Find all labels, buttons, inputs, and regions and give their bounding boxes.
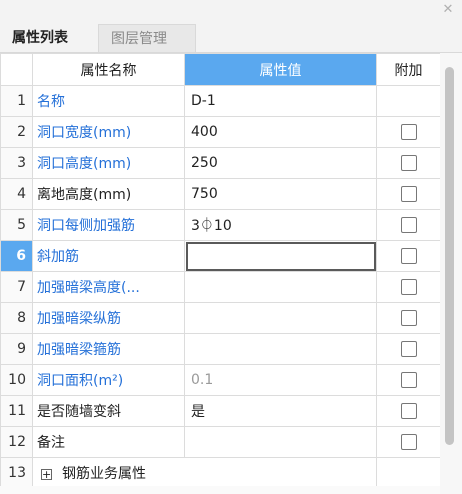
extra-cell[interactable]	[376, 364, 440, 396]
row-number[interactable]: 7	[0, 271, 33, 303]
property-value[interactable]	[184, 333, 377, 365]
property-value[interactable]: 750	[184, 178, 377, 210]
table-row[interactable]: 8 加强暗梁纵筋	[0, 302, 440, 334]
property-table: 属性名称 属性值 附加 1 名称 D-1 2 洞口宽度(mm) 400 3 洞口高度(mm) 2…	[0, 53, 440, 489]
extra-checkbox[interactable]	[400, 124, 417, 140]
property-name: 加强暗梁纵筋	[32, 302, 185, 334]
extra-checkbox[interactable]	[400, 310, 417, 326]
extra-cell[interactable]	[376, 426, 440, 458]
property-rows: 1 名称 D-1 2 洞口宽度(mm) 400 3 洞口高度(mm) 250 4 离地高度(mm) 7…	[0, 85, 440, 489]
title-bar: ✕	[0, 0, 462, 21]
extra-cell[interactable]	[376, 240, 440, 272]
row-number[interactable]: 10	[0, 364, 33, 396]
extra-cell[interactable]	[376, 333, 440, 365]
table-row[interactable]: 6 斜加筋	[0, 240, 440, 272]
property-name: 洞口高度(mm)	[32, 147, 185, 179]
extra-cell[interactable]	[376, 116, 440, 148]
row-number[interactable]: 8	[0, 302, 33, 334]
property-name: 洞口宽度(mm)	[32, 116, 185, 148]
column-header-value[interactable]: 属性值	[184, 53, 377, 86]
extra-cell[interactable]	[376, 271, 440, 303]
extra-checkbox[interactable]	[400, 341, 417, 357]
row-number-header	[0, 53, 33, 86]
row-number[interactable]: 1	[0, 85, 33, 117]
extra-checkbox[interactable]	[400, 434, 417, 450]
property-value[interactable]: 0.1	[184, 364, 377, 396]
extra-checkbox[interactable]	[400, 217, 417, 233]
property-grid: 属性名称 属性值 附加 1 名称 D-1 2 洞口宽度(mm) 400 3 洞口高度(mm) 2…	[0, 53, 440, 494]
row-number[interactable]: 13	[0, 457, 33, 489]
row-number[interactable]: 12	[0, 426, 33, 458]
group-label: 钢筋业务属性	[62, 466, 146, 482]
tab-bar: 属性列表 图层管理	[0, 20, 462, 53]
property-name: 加强暗梁箍筋	[32, 333, 185, 365]
property-value[interactable]: 是	[184, 395, 377, 427]
table-row[interactable]: 12 备注	[0, 426, 440, 458]
property-value[interactable]: 250	[184, 147, 377, 179]
property-value[interactable]	[184, 426, 377, 458]
property-value[interactable]: 400	[184, 116, 377, 148]
row-number[interactable]: 4	[0, 178, 33, 210]
vertical-scrollbar[interactable]	[440, 53, 462, 494]
row-number[interactable]: 11	[0, 395, 33, 427]
property-value[interactable]: 3⏀10	[184, 209, 377, 241]
property-name: 是否随墙变斜	[32, 395, 185, 427]
row-number[interactable]: 6	[0, 240, 33, 272]
table-row[interactable]: 4 离地高度(mm) 750	[0, 178, 440, 210]
tab-property-list[interactable]: 属性列表	[0, 24, 98, 52]
column-header-extra[interactable]: 附加	[376, 53, 440, 86]
table-row[interactable]: 9 加强暗梁箍筋	[0, 333, 440, 365]
extra-cell	[376, 85, 440, 117]
property-value[interactable]	[184, 302, 377, 334]
extra-cell[interactable]	[376, 302, 440, 334]
extra-cell	[376, 457, 440, 489]
property-name: 洞口面积(m²)	[32, 364, 185, 396]
row-number[interactable]: 2	[0, 116, 33, 148]
row-number[interactable]: 9	[0, 333, 33, 365]
header-row: 属性名称 属性值 附加	[0, 53, 440, 86]
table-row[interactable]: 10 洞口面积(m²) 0.1	[0, 364, 440, 396]
property-value[interactable]	[184, 271, 377, 303]
extra-cell[interactable]	[376, 395, 440, 427]
extra-checkbox[interactable]	[400, 372, 417, 388]
plus-expand-icon[interactable]: +	[41, 468, 52, 480]
extra-cell[interactable]	[376, 178, 440, 210]
property-name: 备注	[32, 426, 185, 458]
row-number[interactable]: 5	[0, 209, 33, 241]
scrollbar-thumb[interactable]	[445, 67, 454, 445]
property-name: 名称	[32, 85, 185, 117]
row-number[interactable]: 3	[0, 147, 33, 179]
close-icon[interactable]: ✕	[440, 2, 456, 18]
extra-checkbox[interactable]	[400, 186, 417, 202]
table-row[interactable]: 5 洞口每侧加强筋 3⏀10	[0, 209, 440, 241]
table-row[interactable]: 7 加强暗梁高度(...	[0, 271, 440, 303]
table-row[interactable]: 3 洞口高度(mm) 250	[0, 147, 440, 179]
property-name: + 钢筋业务属性	[32, 457, 377, 489]
extra-checkbox[interactable]	[400, 279, 417, 295]
table-row[interactable]: 13 + 钢筋业务属性	[0, 457, 440, 489]
table-row[interactable]: 11 是否随墙变斜是	[0, 395, 440, 427]
property-name: 加强暗梁高度(...	[32, 271, 185, 303]
property-name: 洞口每侧加强筋	[32, 209, 185, 241]
column-header-name[interactable]: 属性名称	[32, 53, 185, 86]
extra-cell[interactable]	[376, 209, 440, 241]
extra-checkbox[interactable]	[400, 248, 417, 264]
table-row[interactable]: 2 洞口宽度(mm) 400	[0, 116, 440, 148]
tab-layer-management[interactable]: 图层管理	[98, 24, 196, 52]
extra-checkbox[interactable]	[400, 403, 417, 419]
extra-cell[interactable]	[376, 147, 440, 179]
property-value[interactable]: D-1	[184, 85, 377, 117]
table-row[interactable]: 1 名称 D-1	[0, 85, 440, 117]
property-name: 斜加筋	[32, 240, 185, 272]
extra-checkbox[interactable]	[400, 155, 417, 171]
property-name: 离地高度(mm)	[32, 178, 185, 210]
bottom-edge	[0, 486, 440, 494]
property-value-input[interactable]	[184, 240, 377, 272]
